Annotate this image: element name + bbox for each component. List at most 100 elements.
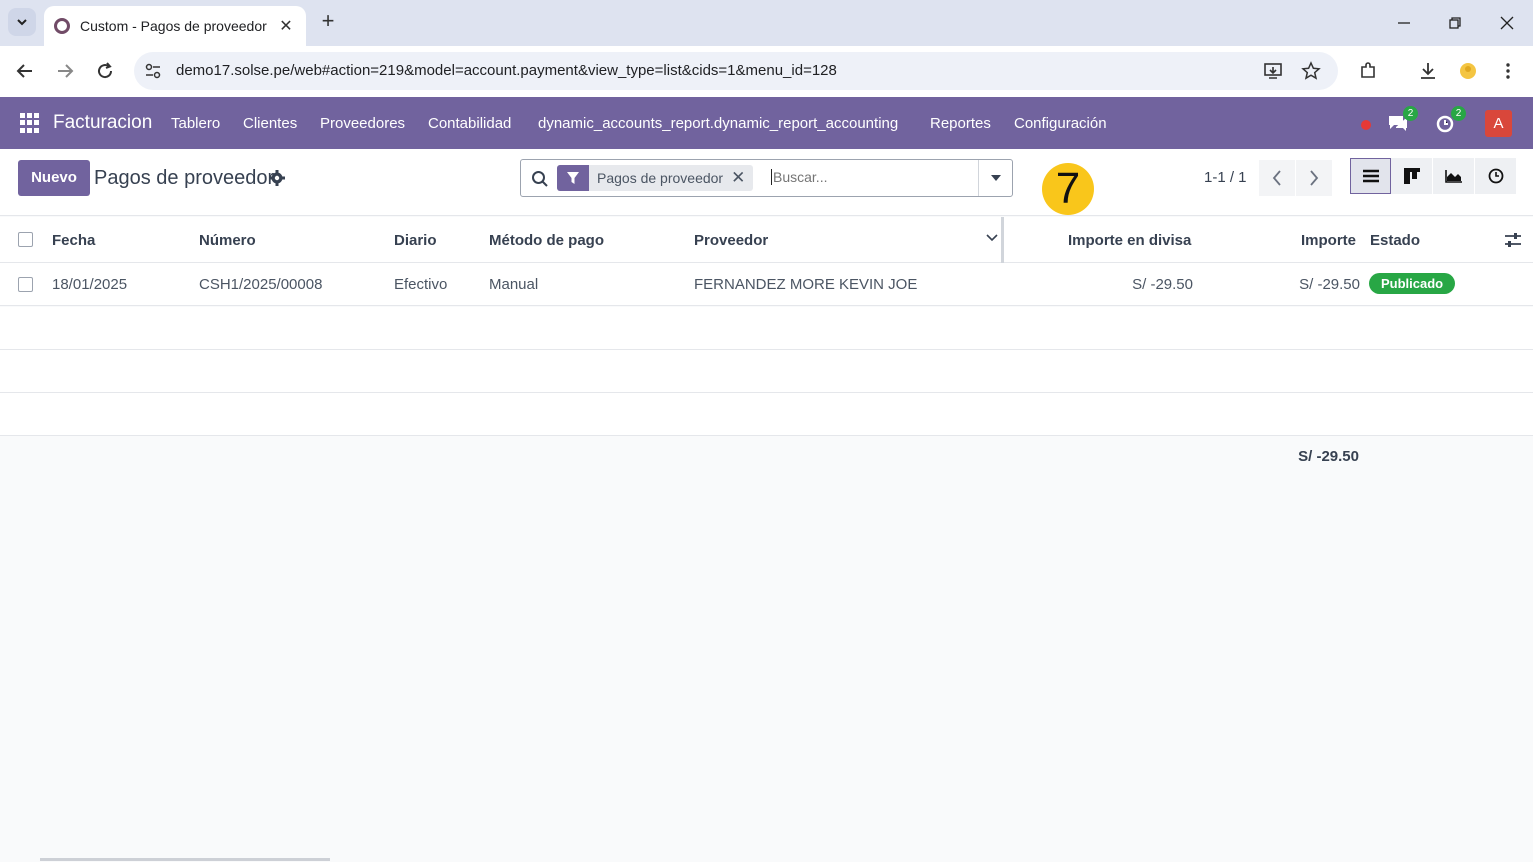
url-text: demo17.solse.pe/web#action=219&model=acc…: [176, 62, 837, 79]
search-input[interactable]: [771, 169, 971, 185]
row-checkbox[interactable]: [18, 277, 33, 292]
column-importe[interactable]: Importe: [1301, 232, 1356, 249]
pager-value[interactable]: 1-1 / 1: [1204, 169, 1247, 186]
empty-row: [0, 350, 1533, 393]
control-panel: Nuevo Pagos de proveedor Pagos de provee…: [0, 149, 1533, 216]
pager-next[interactable]: [1296, 160, 1332, 196]
cell-importe-divisa: S/ -29.50: [1132, 276, 1193, 293]
arrow-left-icon: [16, 64, 32, 78]
menu-configuracion[interactable]: Configuración: [1014, 115, 1107, 132]
list-view-button[interactable]: [1350, 158, 1391, 194]
arrow-right-icon: [58, 64, 74, 78]
status-badge: Publicado: [1369, 273, 1456, 294]
filter-icon: [557, 165, 589, 191]
main-navbar: Facturacion Tablero Clientes Proveedores…: [0, 97, 1533, 149]
close-window-button[interactable]: [1492, 8, 1522, 38]
chevron-down-icon: [17, 19, 27, 26]
horizontal-scrollbar[interactable]: [40, 858, 330, 861]
apps-menu-icon[interactable]: [20, 113, 40, 133]
sort-chevron-icon[interactable]: [986, 234, 998, 242]
remove-facet-icon[interactable]: ✕: [731, 168, 753, 188]
browser-tabstrip: Custom - Pagos de proveedor ✕ +: [0, 0, 1533, 46]
odoo-favicon-icon: [54, 18, 70, 34]
search-panel-toggle[interactable]: [978, 160, 1012, 196]
optional-columns-icon[interactable]: [1504, 232, 1522, 248]
browser-toolbar: demo17.solse.pe/web#action=219&model=acc…: [0, 46, 1533, 97]
clock-icon: [1488, 168, 1503, 184]
site-settings-icon[interactable]: [144, 62, 162, 80]
column-metodo-pago[interactable]: Método de pago: [489, 232, 604, 249]
pager-previous[interactable]: [1259, 160, 1295, 196]
reload-button[interactable]: [91, 57, 119, 85]
install-app-icon[interactable]: [1262, 60, 1284, 82]
cell-metodo-pago: Manual: [489, 276, 539, 293]
kanban-view-button[interactable]: [1391, 158, 1432, 194]
search-icon[interactable]: [531, 170, 549, 188]
cell-fecha: 18/01/2025: [52, 276, 128, 293]
empty-row: [0, 307, 1533, 350]
extensions-icon[interactable]: [1356, 59, 1380, 83]
app-brand[interactable]: Facturacion: [53, 112, 152, 134]
search-bar: Pagos de proveedor ✕: [520, 159, 1013, 197]
kanban-icon: [1403, 168, 1420, 184]
column-numero[interactable]: Número: [199, 232, 256, 249]
empty-row: [0, 393, 1533, 436]
menu-tablero[interactable]: Tablero: [171, 115, 220, 132]
list-icon: [1362, 169, 1379, 183]
activity-view-button[interactable]: [1475, 158, 1516, 194]
tab-title: Custom - Pagos de proveedor: [80, 18, 267, 34]
restore-icon: [1449, 17, 1461, 29]
activities-icon[interactable]: 2: [1434, 106, 1466, 135]
cell-diario: Efectivo: [394, 276, 448, 293]
restore-button[interactable]: [1440, 8, 1470, 38]
profile-icon[interactable]: [1456, 59, 1480, 83]
select-all-checkbox[interactable]: [18, 232, 33, 247]
search-facet: Pagos de proveedor ✕: [557, 165, 754, 191]
browser-tab[interactable]: Custom - Pagos de proveedor ✕: [44, 6, 306, 46]
back-button[interactable]: [11, 57, 39, 85]
column-fecha[interactable]: Fecha: [52, 232, 95, 249]
table-row[interactable]: 18/01/2025 CSH1/2025/00008 Efectivo Manu…: [0, 263, 1533, 306]
new-button[interactable]: Nuevo: [18, 160, 90, 196]
step-marker: 7: [1042, 163, 1094, 215]
bookmark-star-icon[interactable]: [1300, 60, 1322, 82]
column-proveedor[interactable]: Proveedor: [694, 232, 768, 249]
chevron-left-icon: [1272, 170, 1281, 186]
menu-reportes[interactable]: Reportes: [930, 115, 991, 132]
cell-proveedor: FERNANDEZ MORE KEVIN JOE: [694, 276, 918, 293]
caret-down-icon: [990, 175, 1001, 181]
column-diario[interactable]: Diario: [394, 232, 437, 249]
downloads-icon[interactable]: [1416, 59, 1440, 83]
tab-search-button[interactable]: [8, 8, 36, 36]
menu-contabilidad[interactable]: Contabilidad: [428, 115, 511, 132]
column-resize-handle[interactable]: [1001, 217, 1004, 263]
address-bar[interactable]: demo17.solse.pe/web#action=219&model=acc…: [134, 52, 1338, 90]
gear-icon[interactable]: [268, 169, 286, 187]
reload-icon: [98, 62, 113, 79]
cell-numero: CSH1/2025/00008: [199, 276, 323, 293]
menu-proveedores[interactable]: Proveedores: [320, 115, 405, 132]
close-tab-icon[interactable]: ✕: [276, 16, 296, 36]
new-tab-button[interactable]: +: [316, 10, 340, 34]
menu-clientes[interactable]: Clientes: [243, 115, 297, 132]
user-avatar[interactable]: A: [1485, 110, 1512, 137]
column-estado[interactable]: Estado: [1370, 232, 1420, 249]
cell-importe: S/ -29.50: [1299, 276, 1360, 293]
activities-badge: 2: [1451, 106, 1466, 121]
messages-badge: 2: [1403, 106, 1418, 121]
minimize-icon: [1398, 22, 1410, 24]
page-title: Pagos de proveedor: [94, 167, 275, 189]
menu-dynamic-report[interactable]: dynamic_accounts_report.dynamic_report_a…: [538, 115, 898, 132]
facet-label: Pagos de proveedor: [597, 170, 724, 186]
area-chart-icon: [1444, 170, 1462, 183]
chevron-right-icon: [1310, 170, 1319, 186]
status-dot-icon[interactable]: [1358, 111, 1382, 135]
column-importe-divisa[interactable]: Importe en divisa: [1068, 232, 1191, 249]
forward-button[interactable]: [51, 57, 79, 85]
table-header: Fecha Número Diario Método de pago Prove…: [0, 217, 1533, 263]
minimize-button[interactable]: [1389, 8, 1419, 38]
graph-view-button[interactable]: [1433, 158, 1474, 194]
browser-menu-icon[interactable]: [1496, 59, 1520, 83]
close-icon: [1500, 16, 1514, 30]
messages-icon[interactable]: 2: [1386, 106, 1418, 135]
